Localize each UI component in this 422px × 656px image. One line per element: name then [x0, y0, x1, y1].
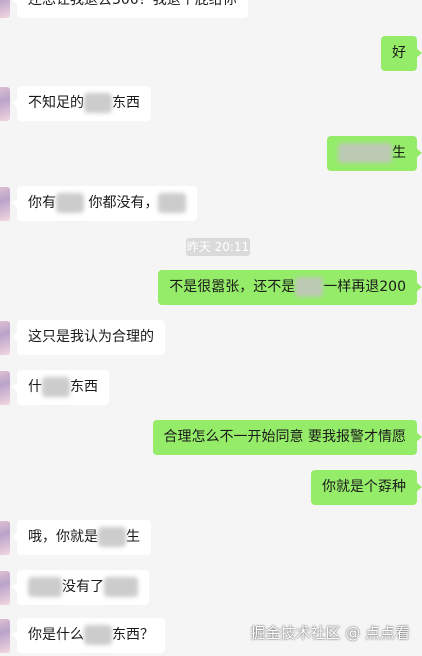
- redacted-blur: [98, 527, 126, 547]
- message-text: 不知足的: [28, 95, 84, 111]
- message-bubble[interactable]: 还想让我退去300？我退个屁给你: [12, 0, 248, 18]
- message-text: 还想让我退去300？我退个屁给你: [28, 0, 237, 8]
- message-text: 这只是我认为合理的: [28, 329, 154, 345]
- message-bubble[interactable]: 好: [381, 36, 422, 71]
- redacted-blur: [84, 93, 112, 113]
- message-text: 你就是个孬种: [322, 479, 406, 495]
- avatar: [0, 320, 10, 355]
- message-received: 你是什么 东西？: [0, 618, 165, 653]
- message-bubble[interactable]: 这只是我认为合理的: [12, 320, 165, 355]
- avatar: [0, 618, 10, 653]
- redacted-blur: [338, 143, 392, 163]
- message-text: 东西？: [112, 627, 154, 643]
- avatar: [0, 86, 10, 121]
- message-text: 东西: [70, 379, 98, 395]
- message-bubble[interactable]: 你就是个孬种: [311, 470, 422, 505]
- avatar: [0, 186, 10, 221]
- avatar: [0, 0, 10, 18]
- message-text: 你是什么: [28, 627, 84, 643]
- message-received: 这只是我认为合理的: [0, 320, 165, 355]
- message-bubble[interactable]: 哦，你就是 生: [12, 520, 151, 555]
- message-bubble[interactable]: 没有了: [12, 570, 149, 605]
- message-received: 还想让我退去300？我退个屁给你: [0, 0, 248, 18]
- redacted-blur: [158, 193, 187, 213]
- message-sent: 生: [327, 136, 422, 171]
- message-sent: 好: [381, 36, 422, 71]
- avatar: [0, 520, 10, 555]
- message-text: 你都没有，: [88, 195, 159, 211]
- message-text: 哦，你就是: [28, 529, 98, 545]
- message-text: 生: [392, 145, 406, 161]
- message-sent: 你就是个孬种: [311, 470, 422, 505]
- redacted-blur: [56, 193, 84, 213]
- message-received: 哦，你就是 生: [0, 520, 151, 555]
- message-sent: 不是很嚣张，还不是 一样再退200: [158, 270, 422, 305]
- redacted-blur: [84, 625, 112, 645]
- message-bubble[interactable]: 什 东西: [12, 370, 109, 405]
- message-text: 不是很嚣张，还不是: [169, 279, 296, 295]
- timestamp: 昨天 20:11: [186, 238, 250, 256]
- message-bubble[interactable]: 你是什么 东西？: [12, 618, 165, 653]
- message-text: 什: [28, 379, 42, 395]
- message-received: 什 东西: [0, 370, 109, 405]
- message-text: 东西: [112, 95, 140, 111]
- message-bubble[interactable]: 你有 你都没有，: [11, 186, 198, 221]
- message-bubble[interactable]: 不知足的 东西: [12, 86, 151, 121]
- redacted-blur: [28, 577, 62, 597]
- message-received: 你有 你都没有，: [0, 186, 198, 221]
- message-sent: 合理怎么不一开始同意 要我报警才情愿: [152, 420, 422, 455]
- message-bubble[interactable]: 不是很嚣张，还不是 一样再退200: [158, 270, 422, 305]
- message-text: 一样再退200: [323, 279, 406, 295]
- avatar: [0, 370, 10, 405]
- avatar: [0, 570, 10, 605]
- message-text: 好: [392, 45, 406, 61]
- message-text: 你有: [28, 195, 56, 211]
- watermark: 掘金技术社区 @ 点点看: [250, 624, 410, 642]
- message-bubble[interactable]: 生: [327, 136, 422, 171]
- message-received: 没有了: [0, 570, 149, 605]
- message-received: 不知足的 东西: [0, 86, 151, 121]
- message-text: 没有了: [62, 579, 104, 595]
- redacted-blur: [104, 577, 138, 597]
- message-text: 生: [126, 529, 140, 545]
- redacted-blur: [42, 377, 70, 397]
- message-bubble[interactable]: 合理怎么不一开始同意 要我报警才情愿: [152, 420, 422, 455]
- redacted-blur: [295, 277, 324, 297]
- message-text: 合理怎么不一开始同意 要我报警才情愿: [163, 429, 406, 445]
